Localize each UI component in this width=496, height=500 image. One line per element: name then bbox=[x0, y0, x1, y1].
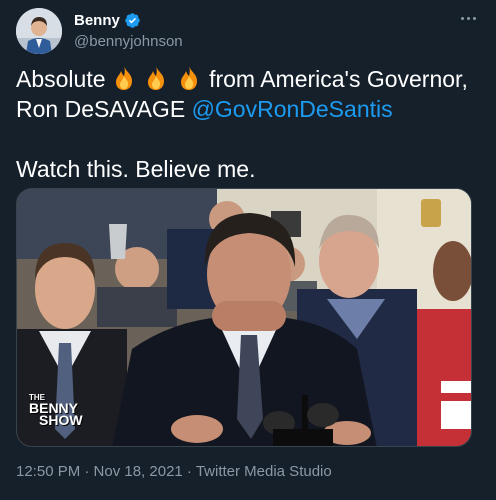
more-options-icon[interactable] bbox=[456, 8, 480, 28]
avatar[interactable] bbox=[16, 8, 62, 54]
tweet-text-segment: Absolute bbox=[16, 66, 106, 92]
tweet-header: Benny @bennyjohnson bbox=[16, 6, 480, 54]
video-frame bbox=[17, 189, 471, 446]
benny-show-watermark: THE BENNY SHOW bbox=[29, 393, 83, 428]
tweet-line-1: Absolute from America's Governor, bbox=[16, 64, 482, 94]
mention-link[interactable]: @GovRonDeSantis bbox=[192, 96, 393, 122]
tweet-timestamp[interactable]: 12:50 PM · Nov 18, 2021 · Twitter Media … bbox=[16, 463, 332, 480]
author-handle[interactable]: @bennyjohnson bbox=[74, 33, 183, 50]
tweet-line-3: Watch this. Believe me. bbox=[16, 156, 256, 182]
display-name-row: Benny bbox=[74, 10, 183, 30]
fire-emoji-group bbox=[112, 66, 209, 92]
author-names: Benny @bennyjohnson bbox=[74, 10, 183, 51]
tweet-text: Absolute from America's Governor, Ron De… bbox=[16, 64, 482, 184]
display-name[interactable]: Benny bbox=[74, 12, 120, 29]
tweet-line-2: Ron DeSAVAGE @GovRonDeSantis bbox=[16, 94, 482, 124]
video-media[interactable]: THE BENNY SHOW bbox=[16, 188, 472, 447]
fire-emoji-icon bbox=[148, 66, 165, 90]
verified-badge-icon bbox=[125, 12, 140, 28]
tweet-text-segment: Ron DeSAVAGE bbox=[16, 96, 186, 122]
watermark-show: SHOW bbox=[39, 412, 83, 428]
fire-emoji-icon bbox=[180, 66, 197, 90]
tweet-text-segment: from America's Governor, bbox=[209, 66, 468, 92]
fire-emoji-icon bbox=[115, 66, 132, 90]
